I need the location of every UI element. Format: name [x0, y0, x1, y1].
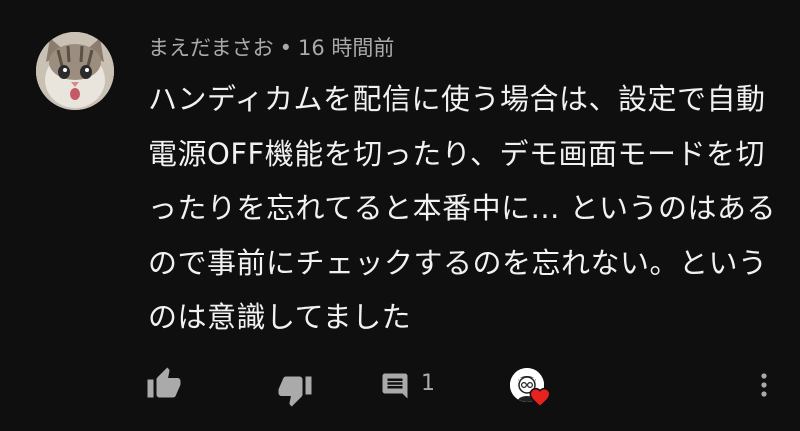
comment-text: ハンディカムを配信に使う場合は、設定で自動 電源OFF機能を切ったり、デモ画面モ…	[148, 72, 777, 345]
author-avatar[interactable]	[36, 32, 114, 110]
creator-heart-badge[interactable]	[508, 368, 554, 414]
comment-icon	[382, 373, 408, 399]
thumb-up-icon	[147, 367, 181, 398]
like-button[interactable]	[146, 366, 182, 402]
comment-time[interactable]: 16 時間前	[298, 36, 394, 60]
comment-line: ので事前にチェックするのを忘れない。という	[148, 245, 768, 280]
dislike-button[interactable]	[277, 372, 313, 408]
reply-button[interactable]	[379, 370, 411, 402]
comment-line: 電源OFF機能を切ったり、デモ画面モードを切	[148, 136, 766, 171]
heart-icon	[529, 387, 551, 408]
reply-count[interactable]: 1	[421, 371, 435, 396]
cat-avatar-image	[36, 32, 114, 110]
author-name[interactable]: まえだまさお	[148, 36, 274, 60]
comment-line: ったりを忘れてると本番中に... というのはある	[148, 191, 777, 225]
thumb-down-icon	[278, 376, 312, 407]
comment-meta: まえだまさお • 16 時間前	[148, 34, 394, 62]
comment-line: ハンディカムを配信に使う場合は、設定で自動	[148, 82, 766, 116]
meta-separator: •	[279, 36, 292, 60]
comment-thread: まえだまさお • 16 時間前 ハンディカムを配信に使う場合は、設定で自動 電源OF…	[0, 0, 800, 431]
comment-actions: 1	[0, 360, 800, 412]
comment-line: のは意識してました	[148, 300, 412, 334]
more-options-button[interactable]	[752, 370, 776, 400]
more-vert-icon	[761, 373, 767, 397]
